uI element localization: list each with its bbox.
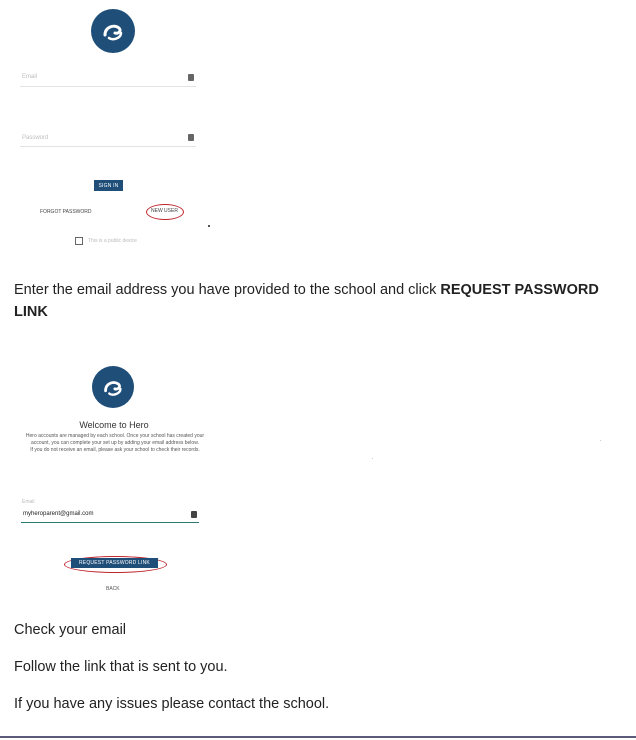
password-manager-icon	[188, 134, 194, 141]
description-line-2: If you do not receive an email, please a…	[30, 447, 200, 453]
step-follow-link: Follow the link that is sent to you.	[14, 659, 228, 675]
password-manager-icon	[188, 74, 194, 81]
email-input[interactable]: Email	[20, 70, 196, 87]
stray-dot	[600, 440, 601, 441]
stray-dot	[372, 458, 373, 459]
public-device-checkbox[interactable]	[75, 237, 83, 245]
public-device-label: This is a public device	[88, 238, 137, 244]
hero-logo-icon	[91, 9, 135, 53]
new-user-link[interactable]: NEW USER	[151, 208, 178, 214]
password-placeholder: Password	[22, 135, 49, 141]
hero-swirl-icon	[104, 381, 122, 396]
instruction-prefix: Enter the email address you have provide…	[14, 282, 441, 298]
password-input[interactable]: Password	[20, 130, 196, 147]
hero-logo-icon-2	[92, 366, 134, 408]
welcome-title: Welcome to Hero	[79, 420, 149, 430]
step-contact-school: If you have any issues please contact th…	[14, 696, 330, 712]
password-manager-icon	[191, 511, 197, 518]
bottom-divider	[0, 736, 636, 738]
email-label: Email	[22, 499, 35, 505]
request-password-link-button[interactable]: REQUEST PASSWORD LINK	[71, 558, 158, 568]
email-input-value: myheroparent@gmail.com	[23, 511, 94, 517]
stray-dot	[208, 225, 210, 227]
email-placeholder: Email	[22, 74, 38, 80]
sign-in-button[interactable]: SIGN IN	[94, 180, 123, 191]
description-line-1: Hero accounts are managed by each school…	[25, 433, 205, 446]
welcome-description: Hero accounts are managed by each school…	[22, 433, 208, 454]
request-email-input[interactable]: myheroparent@gmail.com	[21, 508, 199, 523]
instruction-text: Enter the email address you have provide…	[14, 279, 629, 323]
hero-swirl-icon	[103, 24, 123, 41]
step-check-email: Check your email	[14, 622, 127, 638]
forgot-password-link[interactable]: FORGOT PASSWORD	[40, 209, 91, 215]
back-link[interactable]: BACK	[106, 586, 120, 592]
